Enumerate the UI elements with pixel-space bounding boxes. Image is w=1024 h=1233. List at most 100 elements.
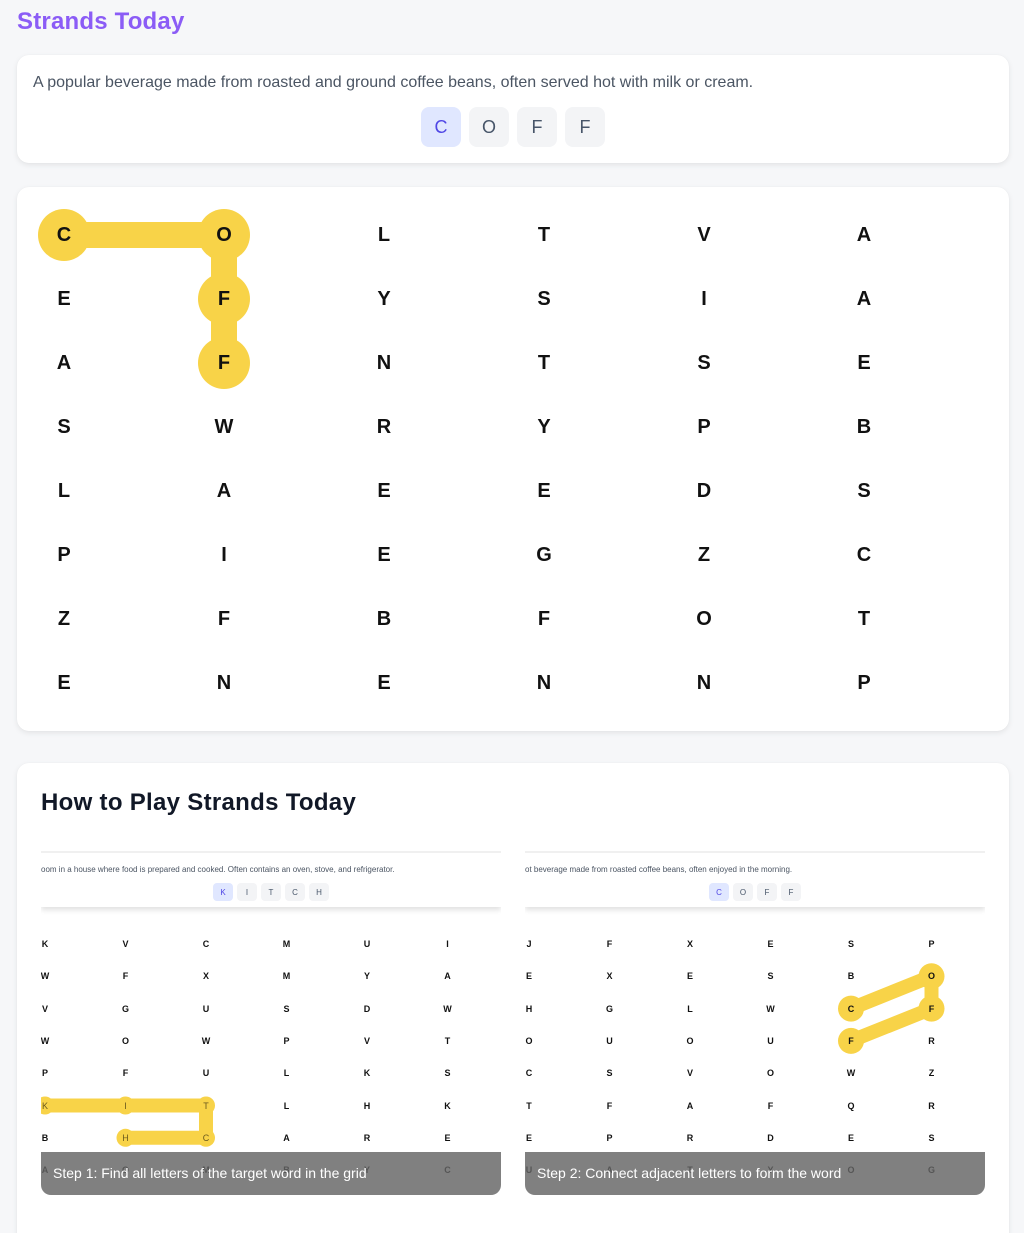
grid-cell[interactable]: A (194, 476, 254, 506)
example-grid-cell: V (122, 939, 129, 949)
how-to-play-section: How to Play Strands Today oom in a house… (17, 763, 1009, 1233)
grid-cell[interactable]: I (194, 540, 254, 570)
grid-cell[interactable]: T (514, 220, 574, 250)
example-grid-cell: H (363, 1100, 371, 1111)
example-clue-text: oom in a house where food is prepared an… (41, 865, 395, 874)
grid-cell[interactable]: A (834, 284, 894, 314)
example-caption: Step 1: Find all letters of the target w… (41, 1152, 501, 1195)
grid-cell[interactable]: G (514, 540, 574, 570)
grid-cell[interactable]: E (34, 668, 94, 698)
grid-cell[interactable]: S (514, 284, 574, 314)
grid-cell[interactable]: A (34, 348, 94, 378)
example-grid-cell: D (363, 1003, 371, 1014)
example-grid-cell: G (121, 1003, 129, 1014)
example-step-2-image: ot beverage made from roasted coffee bea… (525, 851, 985, 1195)
found-letter-slot: F (517, 107, 557, 147)
example-grid-cell: I (124, 1100, 127, 1111)
grid-cell[interactable]: B (834, 412, 894, 442)
grid-cell[interactable]: V (674, 220, 734, 250)
grid-cell[interactable]: R (354, 412, 414, 442)
grid-cell[interactable]: T (834, 604, 894, 634)
example-grid-cell: J (526, 939, 532, 949)
grid-cell[interactable]: E (354, 668, 414, 698)
example-grid-cell: P (606, 1132, 613, 1143)
grid-cell[interactable]: D (674, 476, 734, 506)
grid-cell[interactable]: Y (354, 284, 414, 314)
example-grid-cell: P (928, 939, 935, 949)
example-slot: F (781, 883, 801, 901)
example-grid-cell: V (686, 1068, 693, 1079)
grid-cell[interactable]: N (674, 668, 734, 698)
example-grid-cell: E (525, 1132, 532, 1143)
grid-cell[interactable]: F (194, 348, 254, 378)
example-grid-cell: C (847, 1003, 855, 1014)
example-grid-cell: S (283, 1003, 290, 1014)
grid-cell[interactable]: F (194, 604, 254, 634)
grid-cell[interactable]: L (34, 476, 94, 506)
example-grid-cell: O (927, 971, 935, 982)
example-grid-cell: A (686, 1100, 694, 1111)
grid-cell[interactable]: F (194, 284, 254, 314)
example-grid-cell: P (41, 1068, 48, 1079)
grid-cell[interactable]: Z (674, 540, 734, 570)
grid-cell[interactable]: E (354, 476, 414, 506)
grid-cell[interactable]: B (354, 604, 414, 634)
example-grid-cell: P (283, 1035, 290, 1046)
grid-cell[interactable]: N (354, 348, 414, 378)
example-slot: C (285, 883, 305, 901)
grid-cell[interactable]: C (34, 220, 94, 250)
example-grid-cell: F (606, 1100, 613, 1111)
grid-cell[interactable]: S (34, 412, 94, 442)
example-grid-cell: K (363, 1068, 371, 1079)
found-letter-slot: C (421, 107, 461, 147)
example-grid-cell: H (122, 1132, 129, 1143)
grid-cell[interactable]: O (194, 220, 254, 250)
example-grid-cell: A (283, 1132, 290, 1143)
grid-cell[interactable]: C (834, 540, 894, 570)
example-grid-cell: Z (928, 1068, 935, 1079)
example-caption: Step 2: Connect adjacent letters to form… (525, 1152, 985, 1195)
grid-cell[interactable]: A (834, 220, 894, 250)
grid-cell[interactable]: O (674, 604, 734, 634)
grid-cell[interactable]: Y (514, 412, 574, 442)
example-grid-cell: H (525, 1003, 533, 1014)
grid-cell[interactable]: P (34, 540, 94, 570)
grid-cell[interactable]: E (834, 348, 894, 378)
example-grid-cell: S (847, 939, 854, 949)
example-grid-cell: V (41, 1003, 48, 1014)
grid-cell[interactable]: T (514, 348, 574, 378)
grid-cell[interactable]: L (354, 220, 414, 250)
example-grid-cell: W (846, 1068, 856, 1079)
example-grid-cell: T (526, 1100, 532, 1111)
example-grid-cell: E (767, 939, 774, 949)
grid-cell[interactable]: W (194, 412, 254, 442)
grid-cell[interactable]: F (514, 604, 574, 634)
grid-cell[interactable]: I (674, 284, 734, 314)
example-grid-cell: E (847, 1132, 854, 1143)
example-grid-cell: R (363, 1132, 371, 1143)
example-grid-cell: O (766, 1068, 774, 1079)
example-slot: K (213, 883, 233, 901)
example-grid-cell: K (444, 1100, 451, 1111)
found-letter-slot: O (469, 107, 509, 147)
example-grid-cell: M (282, 939, 291, 949)
grid-cell[interactable]: E (514, 476, 574, 506)
grid-cell[interactable]: Z (34, 604, 94, 634)
example-grid-cell: T (444, 1035, 451, 1046)
grid-cell[interactable]: S (834, 476, 894, 506)
example-slot: I (237, 883, 257, 901)
grid-cell[interactable]: S (674, 348, 734, 378)
example-grid-cell: R (928, 1100, 935, 1111)
example-grid-cell: K (41, 939, 49, 949)
site-title[interactable]: Strands Today (17, 8, 185, 36)
example-grid-cell: F (767, 1100, 774, 1111)
grid-cell[interactable]: E (354, 540, 414, 570)
grid-cell[interactable]: N (514, 668, 574, 698)
grid-cell[interactable]: N (194, 668, 254, 698)
grid-cell[interactable]: E (34, 284, 94, 314)
grid-cell[interactable]: P (674, 412, 734, 442)
example-grid-cell: W (41, 1035, 50, 1046)
example-grid-cell: Y (363, 971, 370, 982)
grid-cell[interactable]: P (834, 668, 894, 698)
example-grid-cell: D (767, 1132, 774, 1143)
